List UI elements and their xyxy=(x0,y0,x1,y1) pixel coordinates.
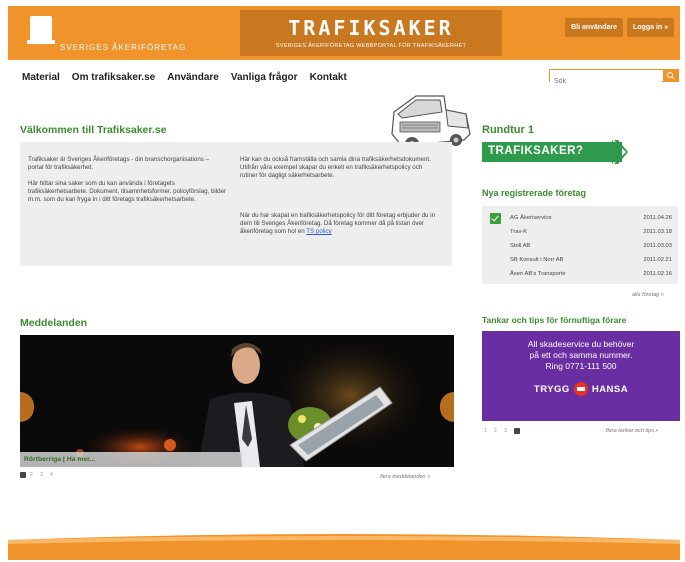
brand-banner[interactable]: TRAFIKSAKER SVERIGES ÅKERIFÖRETAG WEBBPO… xyxy=(240,10,502,56)
tips-pager: 1 2 3 xyxy=(484,428,530,434)
messages-title: Meddelanden xyxy=(20,317,88,329)
more-tips-link[interactable]: flera tankar och tips » xyxy=(606,428,659,434)
footer-swoosh xyxy=(8,534,680,560)
slide-pager: 2 3 4 xyxy=(20,472,56,478)
nav-item-om[interactable]: Om trafiksaker.se xyxy=(72,72,155,83)
welcome-text-3: Här kan du också framställa och samla di… xyxy=(240,156,431,179)
welcome-text-1: Trafiksaker är Sveriges Åkeriföretags - … xyxy=(28,156,210,171)
caption-label: Rörtberriga | xyxy=(24,456,67,463)
page-dot[interactable]: 4 xyxy=(50,472,56,478)
nav-item-material[interactable]: Material xyxy=(22,72,60,83)
page-dot-active[interactable] xyxy=(20,472,26,478)
news-slideshow[interactable]: Rörtberriga | Ha mer... xyxy=(20,335,454,467)
award-photo xyxy=(20,335,454,467)
page-dot[interactable] xyxy=(524,428,530,434)
brand-subtitle: SVERIGES ÅKERIFÖRETAG WEBBPORTAL FÖR TRA… xyxy=(275,43,467,49)
nav-item-kontakt[interactable]: Kontakt xyxy=(310,72,347,83)
search-box xyxy=(549,69,679,87)
ad-line-1: All skadeservice du behöver xyxy=(527,339,635,349)
logo-text: SVERIGES ÅKERIFÖRETAG xyxy=(60,43,187,52)
main-nav: Material Om trafiksaker.se Användare Van… xyxy=(22,72,347,83)
welcome-title: Välkommen till Trafiksaker.se xyxy=(20,124,167,136)
bli-anvandare-button[interactable]: Bli användare xyxy=(565,18,623,37)
page-dot[interactable]: 1 xyxy=(484,428,490,434)
trygg-hansa-ad[interactable]: All skadeservice du behöver på ett och s… xyxy=(482,331,680,421)
list-item[interactable]: AG Åkeriservice 2011.04.26 xyxy=(510,215,672,221)
nav-item-anvandare[interactable]: Användare xyxy=(167,72,219,83)
search-icon[interactable] xyxy=(663,70,678,81)
welcome-text-2: Här hittar sina saker som du kan använda… xyxy=(28,180,227,203)
page-dot[interactable]: 3 xyxy=(504,428,510,434)
ts-policy-link[interactable]: TS policy xyxy=(306,228,331,235)
tips-title: Tankar och tips för förnuftiga förare xyxy=(482,315,627,325)
welcome-box: Trafiksaker är Sveriges Åkeriföretags - … xyxy=(20,142,452,266)
companies-list: AG Åkeriservice 2011.04.26 Trav-K 2011.03.… xyxy=(482,206,678,284)
list-item[interactable]: Trav-K 2011.03.18 xyxy=(510,229,672,235)
rundtur-button[interactable]: TRAFIKSAKER? xyxy=(482,142,622,162)
nav-item-fragor[interactable]: Vanliga frågor xyxy=(231,72,298,83)
brand-title: TRAFIKSAKER xyxy=(288,16,454,40)
ad-line-3: Ring 0771-111 500 xyxy=(545,361,617,371)
ad-line-2: på ett och samma nummer. xyxy=(529,350,633,360)
sa-logo-icon xyxy=(27,16,55,44)
page-dot[interactable]: 2 xyxy=(30,472,36,478)
sa-logo[interactable]: SVERIGES ÅKERIFÖRETAG xyxy=(8,6,238,60)
trygg-hansa-logo: TRYGG HANSA xyxy=(533,382,629,396)
search-input[interactable] xyxy=(550,76,662,87)
list-item[interactable]: SB Konsult i Norr AB 2011.02.21 xyxy=(510,257,672,263)
trygg-hansa-icon xyxy=(573,382,588,396)
companies-title: Nya registrerade företag xyxy=(482,188,587,198)
page-dot[interactable]: 3 xyxy=(40,472,46,478)
page-dot[interactable]: 2 xyxy=(494,428,500,434)
welcome-text-4: När du har skapat en trafiksäkerhetspoli… xyxy=(240,212,436,235)
read-more-link[interactable]: Ha mer... xyxy=(67,456,95,463)
site-header: SVERIGES ÅKERIFÖRETAG TRAFIKSAKER SVERIG… xyxy=(8,6,680,60)
list-item[interactable]: Stoll AB 2011.03.03 xyxy=(510,243,672,249)
all-companies-link[interactable]: alla företag » xyxy=(632,292,664,298)
more-messages-link[interactable]: flera meddelanden » xyxy=(380,474,430,480)
slide-caption: Rörtberriga | Ha mer... xyxy=(20,452,242,467)
checkmark-icon xyxy=(490,213,501,224)
list-item[interactable]: Åsen AB's Transporte 2011.02.16 xyxy=(510,271,672,277)
page-dot-active[interactable] xyxy=(514,428,520,434)
rundtur-title: Rundtur 1 xyxy=(482,124,534,136)
logga-in-button[interactable]: Logga in » xyxy=(627,18,674,37)
chevron-right-icon[interactable] xyxy=(612,140,628,164)
